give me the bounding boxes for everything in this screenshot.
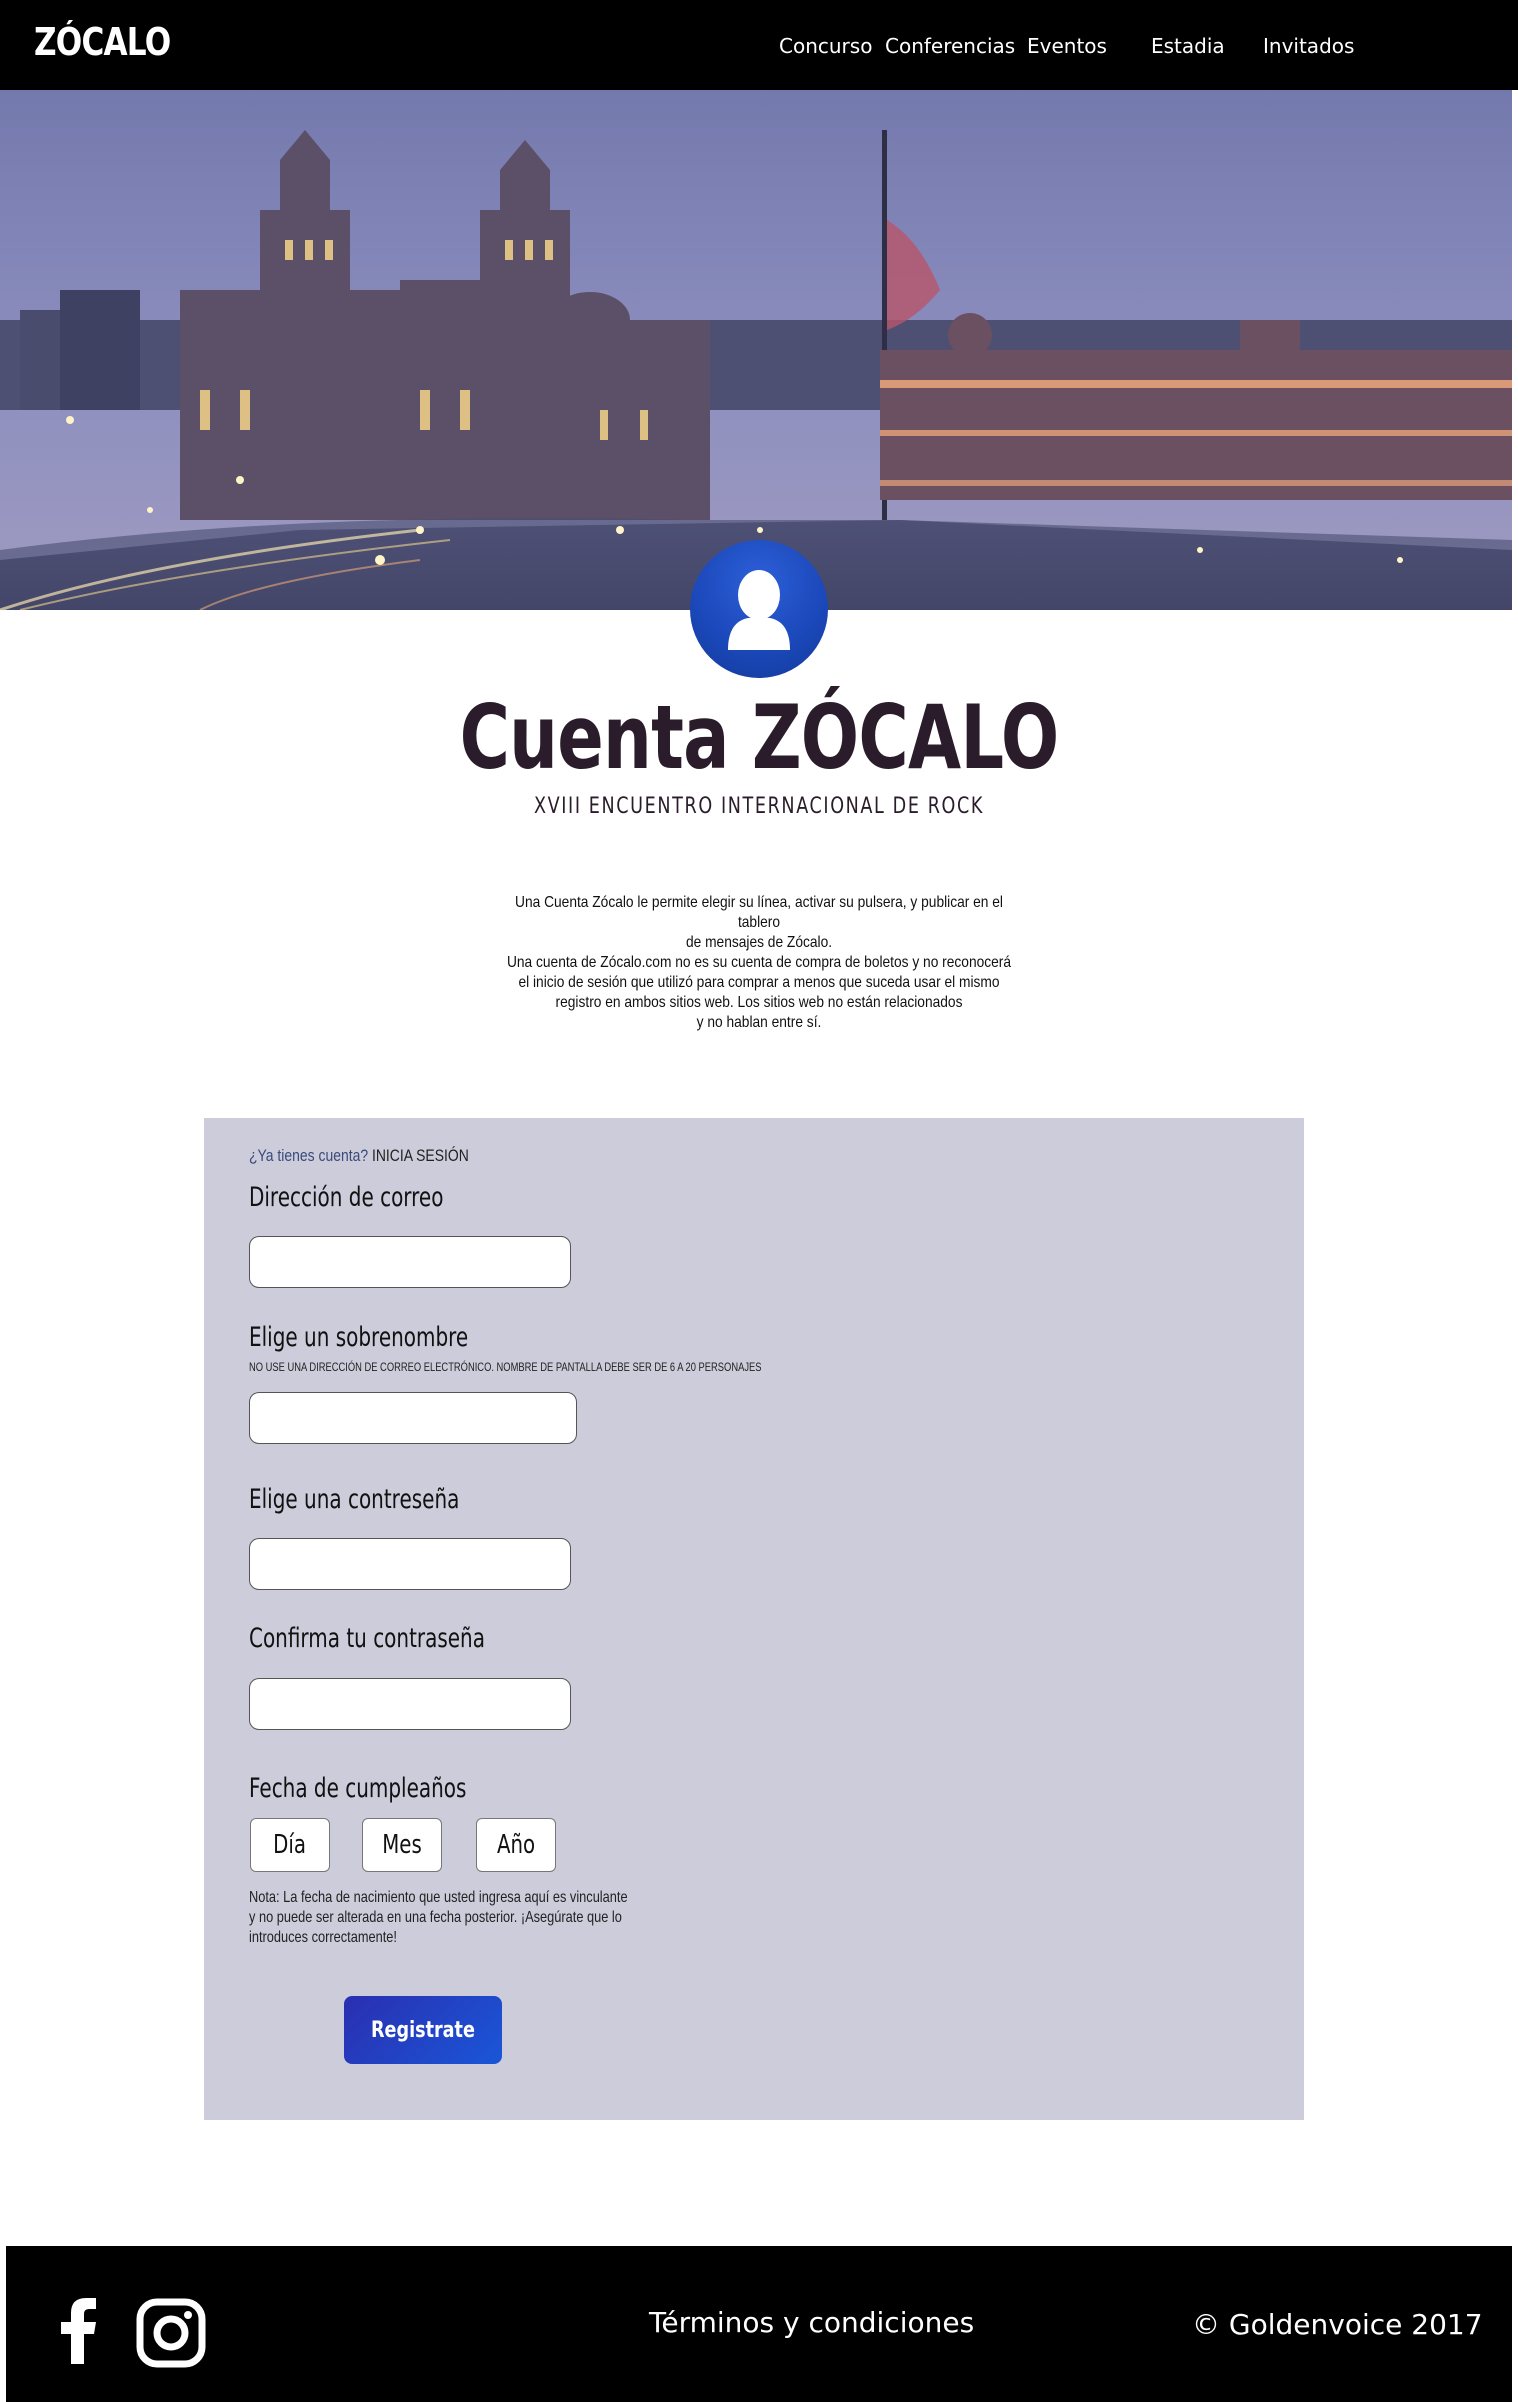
register-button-label: Registrate — [371, 2017, 475, 2043]
intro-paragraph-2: Una cuenta de Zócalo.com no es su cuenta… — [501, 953, 1017, 1033]
instagram-icon[interactable] — [136, 2298, 206, 2373]
footer: Términos y condiciones © Goldenvoice 201… — [6, 2246, 1512, 2402]
nav-item-invitados[interactable]: Invitados — [1263, 34, 1354, 58]
intro-line: Una cuenta de Zócalo.com no es su cuenta… — [506, 954, 1012, 971]
note-line: Nota: La fecha de nacimiento que usted i… — [249, 1889, 628, 1906]
nav-item-eventos[interactable]: Eventos — [1027, 34, 1107, 58]
zocalo-panorama-illustration — [0, 90, 1512, 610]
intro-paragraph-1: Una Cuenta Zócalo le permite elegir su l… — [501, 893, 1017, 953]
confirm-password-label: Confirma tu contraseña — [249, 1623, 485, 1654]
intro-line: el inicio de sesión que utilizó para com… — [518, 974, 1000, 991]
copyright: © Goldenvoice 2017 — [1192, 2308, 1483, 2341]
intro-line: registro en ambos sitios web. Los sitios… — [555, 994, 963, 1011]
birthday-month-select[interactable]: Mes — [362, 1818, 442, 1872]
page-title: Cuenta ZÓCALO — [459, 686, 1060, 789]
birthday-note: Nota: La fecha de nacimiento que usted i… — [249, 1888, 665, 1948]
email-label: Dirección de correo — [249, 1182, 444, 1213]
nav-item-conferencias[interactable]: Conferencias — [885, 34, 1015, 58]
birthday-label: Fecha de cumpleaños — [249, 1773, 467, 1804]
terms-link[interactable]: Términos y condiciones — [649, 2306, 974, 2339]
top-navbar: ZÓCALO Concurso Conferencias Eventos Est… — [0, 0, 1518, 90]
birthday-year-label: Año — [496, 1830, 536, 1860]
birthday-month-label: Mes — [382, 1830, 422, 1860]
intro-line: de mensajes de Zócalo. — [685, 934, 833, 951]
login-prompt: ¿Ya tienes cuenta? INICIA SESIÓN — [249, 1146, 469, 1166]
note-line: y no puede ser alterada en una fecha pos… — [249, 1909, 622, 1926]
password-field[interactable] — [249, 1538, 571, 1590]
intro-line: y no hablan entre sí. — [696, 1014, 822, 1031]
nickname-field[interactable] — [249, 1392, 577, 1444]
note-line: introduces correctamente! — [249, 1929, 397, 1946]
birthday-day-label: Día — [273, 1830, 307, 1860]
hero-city-image — [0, 90, 1512, 610]
login-question: ¿Ya tienes cuenta? — [249, 1146, 369, 1165]
register-button[interactable]: Registrate — [344, 1996, 502, 2064]
nickname-label: Elige un sobrenombre — [249, 1322, 469, 1353]
facebook-icon[interactable] — [58, 2298, 98, 2369]
confirm-password-field[interactable] — [249, 1678, 571, 1730]
password-label: Elige una contreseña — [249, 1484, 460, 1515]
site-logo[interactable]: ZÓCALO — [34, 20, 171, 64]
nickname-hint: NO USE UNA DIRECCIÓN DE CORREO ELECTRÓNI… — [249, 1360, 762, 1374]
nav-item-estadia[interactable]: Estadia — [1151, 34, 1225, 58]
login-link[interactable]: INICIA SESIÓN — [372, 1146, 469, 1165]
birthday-day-select[interactable]: Día — [250, 1818, 330, 1872]
email-field[interactable] — [249, 1236, 571, 1288]
registration-form: ¿Ya tienes cuenta? INICIA SESIÓN Direcci… — [204, 1118, 1304, 2120]
user-avatar-icon — [690, 540, 828, 678]
page-subtitle: XVIII ENCUENTRO INTERNACIONAL DE ROCK — [533, 794, 985, 819]
person-silhouette-icon — [728, 570, 790, 650]
intro-line: Una Cuenta Zócalo le permite elegir su l… — [515, 894, 1003, 931]
nav-item-concurso[interactable]: Concurso — [779, 34, 872, 58]
birthday-year-select[interactable]: Año — [476, 1818, 556, 1872]
